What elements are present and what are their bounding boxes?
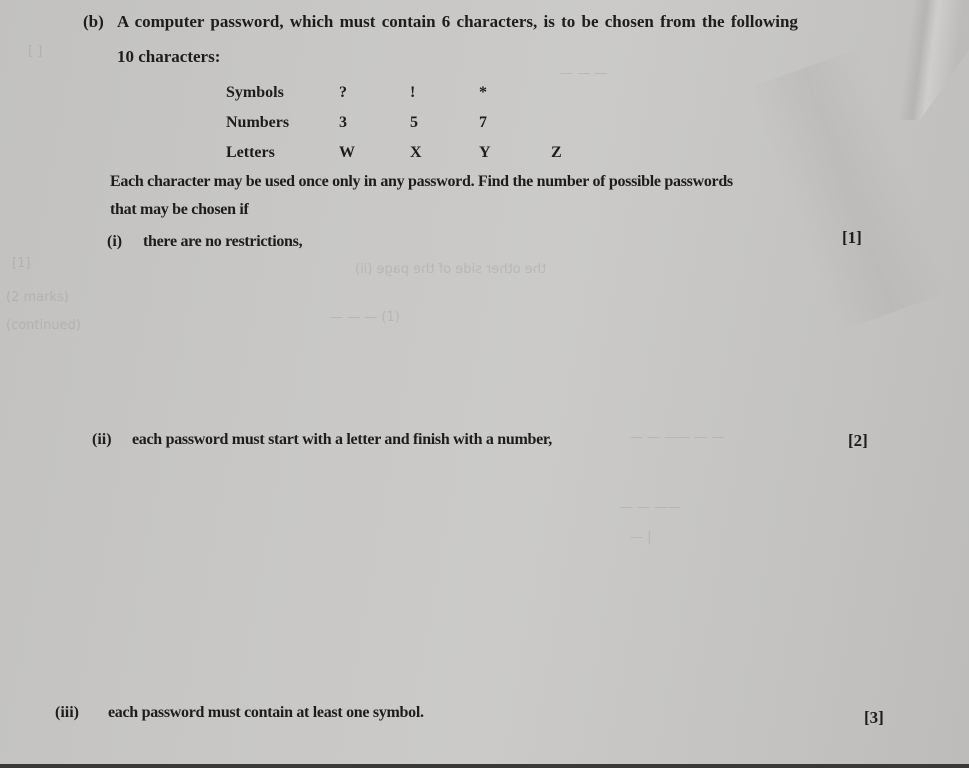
question-number: (ii) [92,431,112,448]
row-label-numbers: Numbers [226,114,290,131]
show-through-mark: the other side of the page (ii) [355,262,547,277]
instruction-line-2: that may be chosen if [110,201,249,218]
cell-symbol: * [479,84,487,101]
cell-number: 3 [339,114,347,131]
show-through-mark: [1] [12,256,31,271]
cell-symbol: ? [339,84,347,101]
question-number: (i) [107,233,123,250]
show-through-mark: — — — (1) [330,310,400,325]
row-label-letters: Letters [226,144,275,161]
page-bottom-edge [0,764,969,768]
show-through-mark: — | [630,530,652,545]
question-number: (iii) [55,704,79,721]
part-label: (b) [83,12,104,31]
instruction-line-1: Each character may be used once only in … [110,173,733,190]
marks-label: [1] [842,228,862,247]
intro-text-line-1: A computer password, which must contain … [117,12,798,31]
marks-label: [2] [848,431,868,450]
show-through-mark: — — —— [620,500,681,515]
cell-letter: Z [551,144,562,161]
cell-letter: W [339,144,355,161]
show-through-mark: — — —— — — [630,430,725,445]
marks-label: [3] [864,708,884,727]
row-label-symbols: Symbols [226,84,284,101]
show-through-mark: — — — [560,66,608,81]
question-text: there are no restrictions, [143,233,303,250]
cell-number: 5 [410,114,418,131]
show-through-mark: [ ] [28,44,43,59]
question-text: each password must start with a letter a… [132,431,552,448]
cell-symbol: ! [410,84,416,101]
cell-letter: X [410,144,422,161]
question-text: each password must contain at least one … [108,704,424,721]
cell-number: 7 [479,114,487,131]
cell-letter: Y [479,144,491,161]
show-through-mark: (continued) [6,318,81,333]
show-through-mark: (2 marks) [6,290,69,305]
intro-text-line-2: 10 characters: [117,47,221,66]
